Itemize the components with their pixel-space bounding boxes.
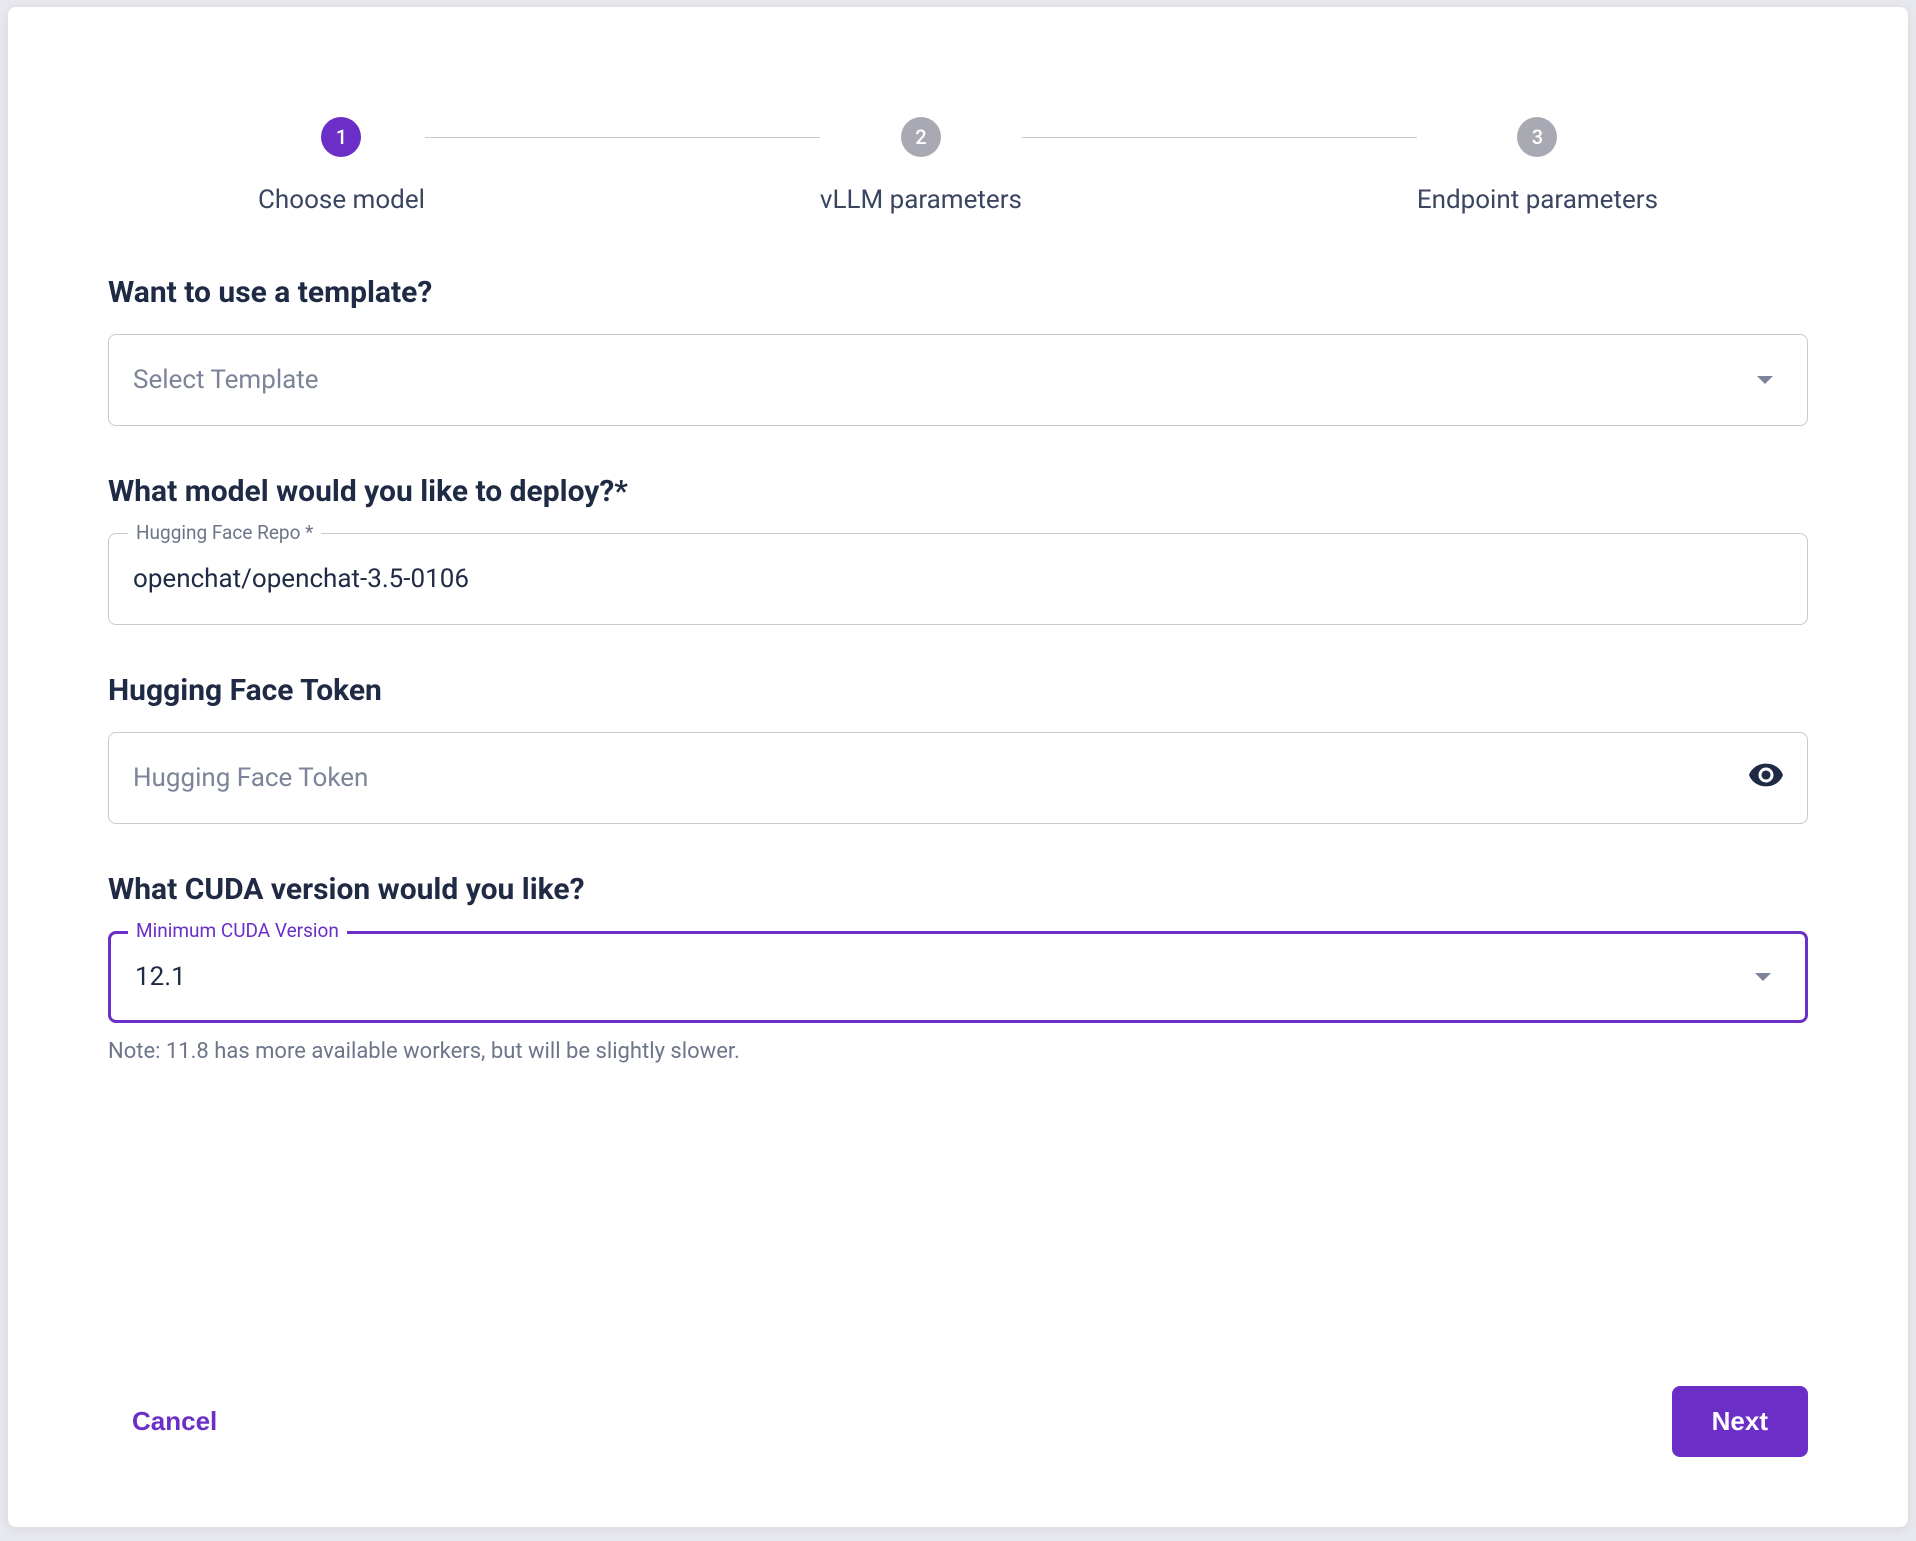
visibility-toggle-icon[interactable]: [1749, 763, 1783, 794]
hf-repo-field-wrap: [108, 533, 1808, 625]
chevron-down-icon: [1755, 973, 1771, 981]
hf-repo-input[interactable]: [133, 564, 1783, 594]
cuda-version-select[interactable]: 12.1: [108, 931, 1808, 1023]
template-select[interactable]: Select Template: [108, 334, 1808, 426]
step-number-badge: 1: [321, 117, 361, 157]
next-button[interactable]: Next: [1672, 1386, 1808, 1457]
model-section: What model would you like to deploy?* Hu…: [108, 474, 1808, 625]
step-connector: [425, 137, 820, 138]
cuda-section: What CUDA version would you like? Minimu…: [108, 872, 1808, 1064]
cuda-version-value: 12.1: [135, 962, 186, 992]
cuda-note: Note: 11.8 has more available workers, b…: [108, 1039, 1808, 1064]
hf-token-field-wrap: [108, 732, 1808, 824]
token-title: Hugging Face Token: [108, 673, 1808, 708]
hf-token-input[interactable]: [133, 763, 1733, 793]
chevron-down-icon: [1757, 376, 1773, 384]
step-choose-model[interactable]: 1 Choose model: [258, 117, 425, 215]
cuda-title: What CUDA version would you like?: [108, 872, 1808, 907]
step-vllm-parameters[interactable]: 2 vLLM parameters: [820, 117, 1022, 215]
step-label: vLLM parameters: [820, 185, 1022, 215]
model-title: What model would you like to deploy?*: [108, 474, 1808, 509]
cancel-button[interactable]: Cancel: [108, 1394, 241, 1449]
cuda-version-label: Minimum CUDA Version: [128, 919, 347, 942]
hf-repo-label: Hugging Face Repo *: [128, 521, 321, 544]
step-number-badge: 3: [1517, 117, 1557, 157]
template-select-placeholder: Select Template: [133, 365, 319, 395]
step-number-badge: 2: [901, 117, 941, 157]
token-section: Hugging Face Token: [108, 673, 1808, 824]
wizard-stepper: 1 Choose model 2 vLLM parameters 3 Endpo…: [108, 117, 1808, 215]
step-endpoint-parameters[interactable]: 3 Endpoint parameters: [1417, 117, 1658, 215]
modal-footer: Cancel Next: [108, 1386, 1808, 1457]
step-label: Endpoint parameters: [1417, 185, 1658, 215]
deploy-modal: 1 Choose model 2 vLLM parameters 3 Endpo…: [8, 7, 1908, 1527]
template-section: Want to use a template? Select Template: [108, 275, 1808, 426]
step-label: Choose model: [258, 185, 425, 215]
step-connector: [1022, 137, 1417, 138]
template-title: Want to use a template?: [108, 275, 1808, 310]
